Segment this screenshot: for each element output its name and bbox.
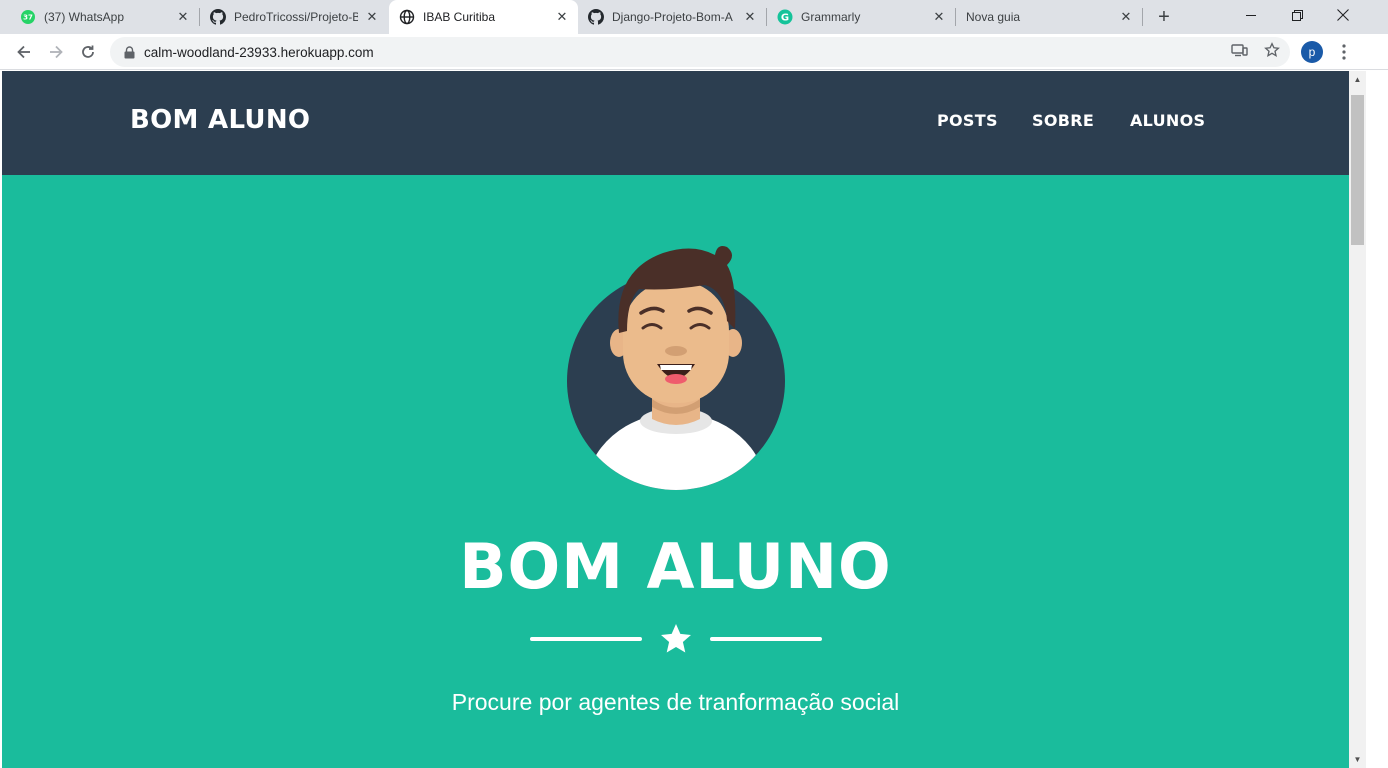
student-avatar-illustration: [567, 246, 785, 490]
site-brand[interactable]: BOM ALUNO: [130, 105, 310, 135]
bookmark-star-icon[interactable]: [1263, 41, 1281, 59]
site-navbar: BOM ALUNO POSTS SOBRE ALUNOS: [2, 71, 1349, 175]
divider-line: [530, 637, 642, 641]
page-viewport: BOM ALUNO POSTS SOBRE ALUNOS BOM ALUNO P…: [2, 71, 1349, 768]
nav-link-posts[interactable]: POSTS: [937, 111, 998, 130]
browser-toolbar: calm-woodland-23933.herokuapp.com p: [0, 34, 1388, 70]
github-icon: [210, 9, 226, 25]
tab-title: IBAB Curitiba: [423, 10, 496, 24]
tab-title: Nova guia: [966, 10, 1021, 24]
hero-title: BOM ALUNO: [459, 530, 892, 603]
reload-icon[interactable]: [74, 38, 102, 66]
nav-link-sobre[interactable]: SOBRE: [1032, 111, 1094, 130]
forward-icon[interactable]: [42, 38, 70, 66]
divider-line: [710, 637, 822, 641]
url-text[interactable]: calm-woodland-23933.herokuapp.com: [144, 45, 374, 60]
close-icon[interactable]: ✕: [931, 9, 947, 25]
close-icon[interactable]: ✕: [742, 9, 758, 25]
scroll-up-arrow-icon[interactable]: ▲: [1349, 71, 1366, 88]
tab-title: (37) WhatsApp: [44, 10, 125, 24]
svg-text:37: 37: [23, 14, 33, 22]
tab-ibab-curitiba[interactable]: IBAB Curitiba ✕: [389, 0, 578, 34]
whatsapp-icon: 37: [20, 9, 36, 25]
cast-icon[interactable]: [1230, 41, 1248, 59]
close-icon[interactable]: ✕: [1118, 9, 1134, 25]
tab-whatsapp[interactable]: 37 (37) WhatsApp ✕: [0, 0, 199, 34]
tab-nova-guia[interactable]: Nova guia ✕: [956, 0, 1142, 34]
close-icon[interactable]: ✕: [554, 9, 570, 25]
hero-subtitle: Procure por agentes de tranformação soci…: [451, 689, 900, 715]
close-window-icon[interactable]: [1320, 0, 1366, 30]
tab-github-projeto[interactable]: PedroTricossi/Projeto-B ✕: [200, 0, 388, 34]
close-icon[interactable]: ✕: [364, 9, 380, 25]
masthead: BOM ALUNO Procure por agentes de tranfor…: [2, 175, 1349, 768]
address-bar[interactable]: calm-woodland-23933.herokuapp.com: [110, 37, 1290, 67]
github-icon: [588, 9, 604, 25]
star-divider: [530, 621, 822, 657]
tab-title: Django-Projeto-Bom-A: [612, 10, 733, 24]
tab-title: Grammarly: [801, 10, 861, 24]
minimize-icon[interactable]: [1228, 0, 1274, 30]
tab-title: PedroTricossi/Projeto-B: [234, 10, 358, 24]
star-icon: [661, 624, 691, 653]
more-menu-icon[interactable]: [1335, 41, 1353, 63]
grammarly-icon: G: [777, 9, 793, 25]
restore-icon[interactable]: [1274, 0, 1320, 30]
tab-github-django[interactable]: Django-Projeto-Bom-A ✕: [578, 0, 766, 34]
globe-icon: [399, 9, 415, 25]
scrollbar-thumb[interactable]: [1351, 95, 1364, 245]
profile-avatar[interactable]: p: [1301, 41, 1323, 63]
nav-link-alunos[interactable]: ALUNOS: [1130, 111, 1205, 130]
back-icon[interactable]: [10, 38, 38, 66]
tab-strip: 37 (37) WhatsApp ✕ PedroTricossi/Projeto…: [0, 0, 1388, 34]
close-icon[interactable]: ✕: [175, 9, 191, 25]
new-tab-button[interactable]: +: [1152, 5, 1176, 29]
vertical-scrollbar[interactable]: ▲ ▼: [1349, 71, 1366, 768]
tab-grammarly[interactable]: G Grammarly ✕: [767, 0, 955, 34]
scroll-down-arrow-icon[interactable]: ▼: [1349, 751, 1366, 768]
svg-text:G: G: [781, 13, 789, 24]
tab-separator: [1142, 8, 1143, 26]
lock-icon[interactable]: [122, 45, 136, 59]
